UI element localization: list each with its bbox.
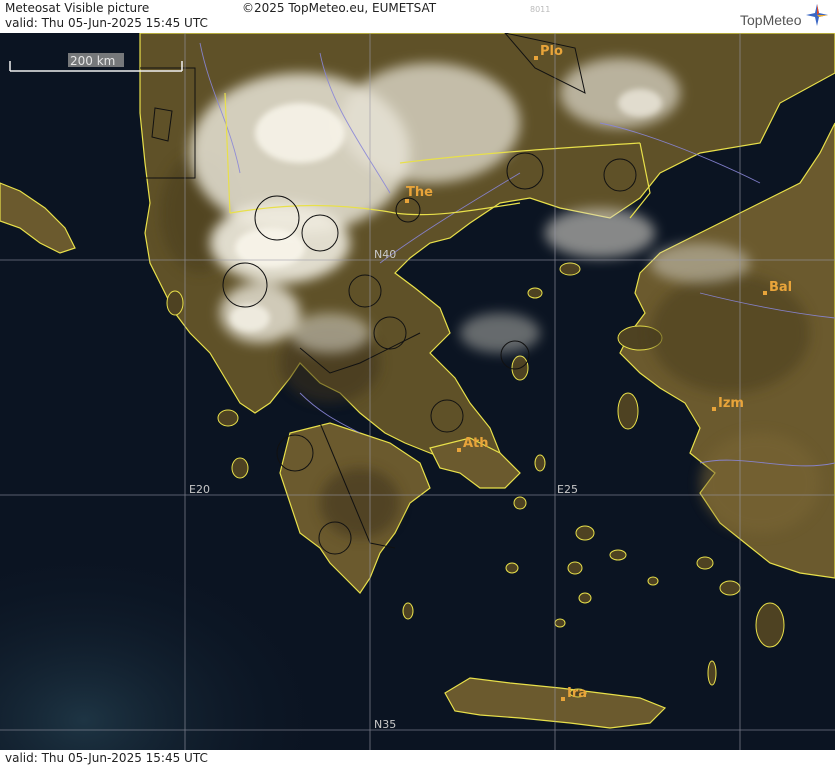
city-label-the[interactable]: The [406,185,433,200]
city-label-bal[interactable]: Bal [769,280,792,295]
city-label-izm[interactable]: Izm [718,396,744,411]
grid-label-n35: N35 [374,718,396,731]
grid-label-e20: E20 [189,483,210,496]
scale-label: 200 km [70,54,115,68]
valid-time-header: valid: Thu 05-Jun-2025 15:45 UTC [5,16,208,30]
page: Meteosat Visible picture ©2025 TopMeteo.… [0,0,835,765]
map-title: Meteosat Visible picture [5,1,150,15]
grid-label-e25: E25 [557,483,578,496]
logo-text: TopMeteo [740,12,802,28]
satellite-map[interactable]: N40 N35 E20 E25 200 km Plo The Bal Izm A… [0,33,835,750]
city-label-plo[interactable]: Plo [540,44,563,59]
header: Meteosat Visible picture ©2025 TopMeteo.… [0,0,835,33]
copyright: ©2025 TopMeteo.eu, EUMETSAT [242,1,437,15]
image-code: 8011 [530,5,551,14]
footer: valid: Thu 05-Jun-2025 15:45 UTC [0,750,835,765]
map-svg: N40 N35 E20 E25 200 km Plo The Bal Izm A… [0,33,835,750]
valid-time-footer: valid: Thu 05-Jun-2025 15:45 UTC [5,751,208,765]
compass-star-icon [806,4,828,26]
city-label-ira[interactable]: Ira [567,686,587,701]
grid-label-n40: N40 [374,248,396,261]
city-label-ath[interactable]: Ath [463,436,489,451]
